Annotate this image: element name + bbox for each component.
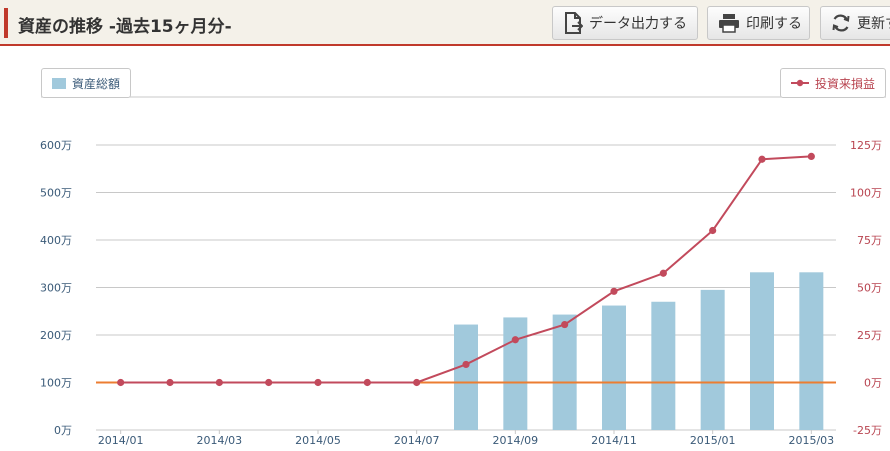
pnl-point xyxy=(709,226,717,235)
left-tick-label: 0万 xyxy=(54,424,72,437)
legend-assets-label: 資産総額 xyxy=(72,76,121,91)
assets-swatch-icon xyxy=(52,77,66,89)
left-tick-label: 100万 xyxy=(40,377,72,390)
asset-bar xyxy=(799,272,824,430)
right-tick-label: -25万 xyxy=(853,424,882,437)
x-tick-label: 2014/05 xyxy=(295,434,341,447)
right-tick-label: 75万 xyxy=(857,234,882,247)
pnl-point xyxy=(659,269,667,277)
x-tick-label: 2015/01 xyxy=(690,434,736,447)
asset-bars xyxy=(454,272,824,430)
x-tick-label: 2015/03 xyxy=(788,434,834,447)
legend-pnl-label: 投資来損益 xyxy=(814,76,875,91)
x-axis-ticks: 2014/01 2014/03 2014/05 2014/07 2014/09 2014/… xyxy=(98,430,834,447)
pnl-point xyxy=(610,287,618,295)
asset-bar xyxy=(552,314,577,430)
pnl-point xyxy=(561,320,569,329)
right-axis-ticks: -25万 0万 25万 50万 75万 100万 125万 xyxy=(850,139,882,437)
asset-bar xyxy=(454,324,478,430)
pnl-point xyxy=(166,378,174,387)
x-tick-label: 2014/11 xyxy=(591,434,637,447)
left-axis-ticks: 0万 100万 200万 300万 400万 500万 600万 xyxy=(40,139,72,437)
right-tick-label: 100万 xyxy=(850,187,882,200)
asset-bar xyxy=(651,301,676,430)
pnl-point xyxy=(807,152,815,160)
pnl-line-swatch-icon xyxy=(790,79,809,87)
x-tick-label: 2014/07 xyxy=(394,434,440,447)
asset-chart: 0万 100万 200万 300万 400万 500万 600万 -25万 0万 25万 50万 7… xyxy=(40,96,886,447)
asset-bar xyxy=(700,289,725,430)
pnl-point xyxy=(462,360,470,369)
x-tick-label: 2014/03 xyxy=(196,434,242,447)
pnl-point xyxy=(215,378,223,387)
right-tick-label: 25万 xyxy=(857,329,882,342)
pnl-point xyxy=(314,378,322,387)
x-tick-label: 2014/01 xyxy=(98,434,144,447)
pnl-point xyxy=(758,155,766,163)
pnl-point xyxy=(413,378,421,387)
asset-bar xyxy=(602,305,626,430)
left-tick-label: 200万 xyxy=(40,329,72,342)
asset-bar xyxy=(503,317,528,430)
left-tick-label: 500万 xyxy=(40,187,72,200)
pnl-point xyxy=(363,378,371,387)
pnl-point xyxy=(117,378,125,387)
pnl-point xyxy=(265,378,273,387)
pnl-point xyxy=(511,336,519,344)
right-tick-label: 0万 xyxy=(864,377,882,390)
legend-assets[interactable]: 資産総額 xyxy=(41,68,132,98)
x-tick-label: 2014/09 xyxy=(492,434,538,447)
left-tick-label: 600万 xyxy=(40,139,72,152)
left-tick-label: 400万 xyxy=(40,234,72,247)
legend-pnl[interactable]: 投資来損益 xyxy=(779,68,886,98)
right-tick-label: 125万 xyxy=(850,139,882,152)
asset-bar xyxy=(750,272,774,430)
right-tick-label: 50万 xyxy=(857,282,882,295)
left-tick-label: 300万 xyxy=(40,282,72,295)
